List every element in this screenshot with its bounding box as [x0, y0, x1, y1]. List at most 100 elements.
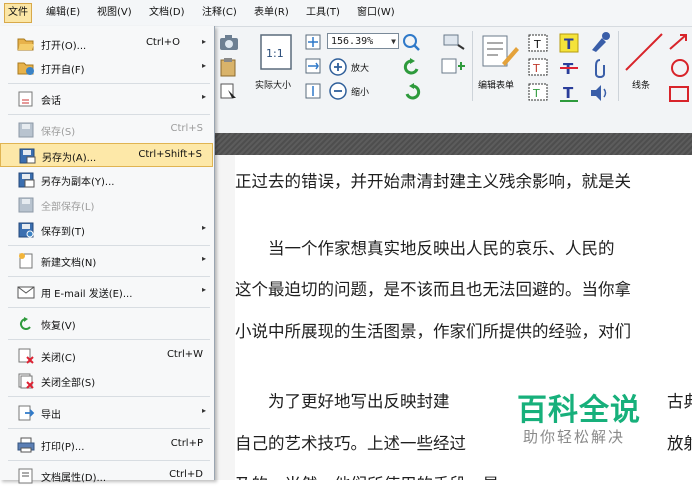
fit-visible-icon[interactable] [304, 82, 322, 100]
menu-separator [8, 339, 210, 340]
menu-bar: 文件 编辑(E) 视图(V) 文档(D) 注释(C) 表单(R) 工具(T) 窗… [0, 0, 692, 27]
zoom-in-icon[interactable] [328, 57, 348, 77]
menu-item-revert[interactable]: 恢复(V) [0, 312, 213, 336]
zoom-value: 156.39% [331, 36, 374, 47]
export-icon [18, 405, 35, 421]
menu-item-shortcut: Ctrl+O [145, 37, 180, 48]
chevron-down-icon[interactable]: ▼ [391, 34, 396, 50]
menu-separator [8, 114, 210, 115]
submenu-arrow-icon: ▸ [201, 223, 206, 232]
strikeout-icon[interactable]: T [558, 57, 580, 79]
menu-edit[interactable]: 编辑(E) [43, 4, 83, 22]
menu-item-shortcut: Ctrl+Shift+S [138, 149, 202, 160]
menu-separator [8, 245, 210, 246]
open-folder-icon [17, 38, 34, 51]
rotate-left-icon[interactable] [402, 57, 422, 77]
close-document-icon [18, 348, 34, 364]
new-document-icon [19, 253, 33, 269]
snapshot-icon[interactable] [218, 33, 240, 51]
menu-comment[interactable]: 注释(C) [199, 4, 240, 22]
watermark-title: 百科全说 [517, 393, 641, 428]
menu-item-save-to[interactable]: 保存到(T) ▸ [0, 218, 213, 242]
save-copy-icon [18, 172, 35, 188]
properties-icon [18, 468, 33, 484]
menu-separator [8, 83, 210, 84]
menu-item-new-document[interactable]: 新建文档(N) ▸ [0, 249, 213, 273]
menu-view[interactable]: 视图(V) [94, 4, 135, 22]
menu-window[interactable]: 窗口(W) [354, 4, 398, 22]
fit-width-icon[interactable] [304, 57, 322, 75]
rotate-right-icon[interactable] [402, 82, 422, 102]
menu-item-print[interactable]: 打印(P)... Ctrl+P [0, 433, 213, 457]
menu-item-save-as[interactable]: 另存为(A)... Ctrl+Shift+S [0, 143, 213, 167]
callout-icon[interactable]: T [527, 82, 549, 102]
add-field-icon[interactable] [440, 55, 466, 77]
menu-item-label: 导出 [41, 410, 61, 421]
menu-item-label: 另存为(A)... [42, 153, 97, 164]
doc-line-3: 这个最迫切的问题，是不该而且也无法回避的。当你拿 [235, 280, 631, 299]
zoom-out-label[interactable]: 缩小 [351, 85, 369, 98]
clipboard-icon[interactable] [218, 57, 240, 77]
text-field-icon[interactable]: T [527, 33, 549, 53]
attachment-icon[interactable] [588, 57, 612, 81]
submenu-arrow-icon: ▸ [201, 254, 206, 263]
underline-icon[interactable]: T [558, 82, 580, 104]
watermark: 百科全说 助你轻松解决 [497, 371, 667, 480]
menu-item-label: 用 E-mail 发送(E)... [41, 289, 133, 300]
hand-tool-icon[interactable] [440, 31, 466, 51]
actual-size-label[interactable]: 实际大小 [255, 78, 291, 91]
menu-item-shortcut: Ctrl+S [170, 123, 203, 134]
menu-item-email[interactable]: 用 E-mail 发送(E)... ▸ [0, 280, 213, 304]
menu-item-close-all[interactable]: 关闭全部(S) [0, 369, 213, 393]
stamp-icon[interactable] [588, 30, 612, 54]
doc-line-1: 正过去的错误，并开始肃清封建主义残余影响，就是关 [235, 172, 631, 191]
menu-item-properties[interactable]: 文档属性(D)... Ctrl+D [0, 464, 213, 488]
menu-item-open-from[interactable]: 打开自(F) ▸ [0, 56, 213, 80]
menu-form[interactable]: 表单(R) [251, 4, 292, 22]
svg-text:T: T [533, 38, 541, 51]
select-text-icon[interactable] [218, 81, 240, 101]
menu-item-label: 打开自(F) [41, 65, 85, 76]
menu-item-open[interactable]: 打开(O)... Ctrl+O ▸ [0, 32, 213, 56]
menu-item-save-all[interactable]: 全部保存(L) [0, 193, 213, 217]
fit-page-icon[interactable] [304, 33, 322, 51]
typewriter-icon[interactable]: T [527, 57, 549, 77]
menu-item-save-copy[interactable]: 另存为副本(Y)... [0, 168, 213, 192]
zoom-input[interactable]: 156.39% ▼ [327, 33, 399, 49]
submenu-arrow-icon: ▸ [201, 92, 206, 101]
save-all-icon [18, 197, 34, 213]
zoom-in-label[interactable]: 放大 [351, 61, 369, 74]
submenu-arrow-icon: ▸ [201, 406, 206, 415]
menu-item-label: 关闭(C) [41, 353, 76, 364]
line-label[interactable]: 线条 [632, 78, 650, 91]
zoom-out-icon[interactable] [328, 81, 348, 101]
line-tool-icon[interactable] [622, 30, 666, 74]
menu-item-label: 保存到(T) [41, 227, 85, 238]
actual-size-glyph: 1:1 [266, 47, 284, 60]
menu-separator [8, 307, 210, 308]
menu-item-session[interactable]: 会话 ▸ [0, 87, 213, 111]
menu-item-export[interactable]: 导出 ▸ [0, 401, 213, 425]
zoom-tool-icon[interactable] [402, 33, 424, 51]
menu-item-save[interactable]: 保存(S) Ctrl+S [0, 118, 213, 142]
edit-form-label[interactable]: 编辑表单 [478, 78, 514, 91]
menu-separator [8, 396, 210, 397]
menu-item-shortcut: Ctrl+P [170, 438, 203, 449]
menu-file[interactable]: 文件 [4, 3, 32, 23]
menu-tools[interactable]: 工具(T) [303, 4, 343, 22]
svg-text:T: T [532, 62, 540, 75]
highlight-text-icon[interactable]: T [558, 32, 580, 54]
menu-item-close[interactable]: 关闭(C) Ctrl+W [0, 344, 213, 368]
menu-item-label: 恢复(V) [41, 321, 76, 332]
menu-document[interactable]: 文档(D) [146, 4, 188, 22]
svg-text:T: T [532, 87, 540, 100]
submenu-arrow-icon: ▸ [201, 37, 206, 46]
revert-icon [20, 317, 31, 330]
edit-form-icon[interactable] [480, 33, 520, 69]
shape-tools-icon[interactable] [666, 31, 692, 105]
sound-icon[interactable] [588, 82, 612, 104]
file-menu: 打开(O)... Ctrl+O ▸ 打开自(F) ▸ 会话 ▸ 保存(S) Ct… [0, 26, 215, 484]
save-to-icon [18, 222, 34, 238]
menu-item-shortcut: Ctrl+D [169, 469, 203, 480]
doc-line-2: 当一个作家想真实地反映出人民的哀乐、人民的 [235, 239, 615, 258]
